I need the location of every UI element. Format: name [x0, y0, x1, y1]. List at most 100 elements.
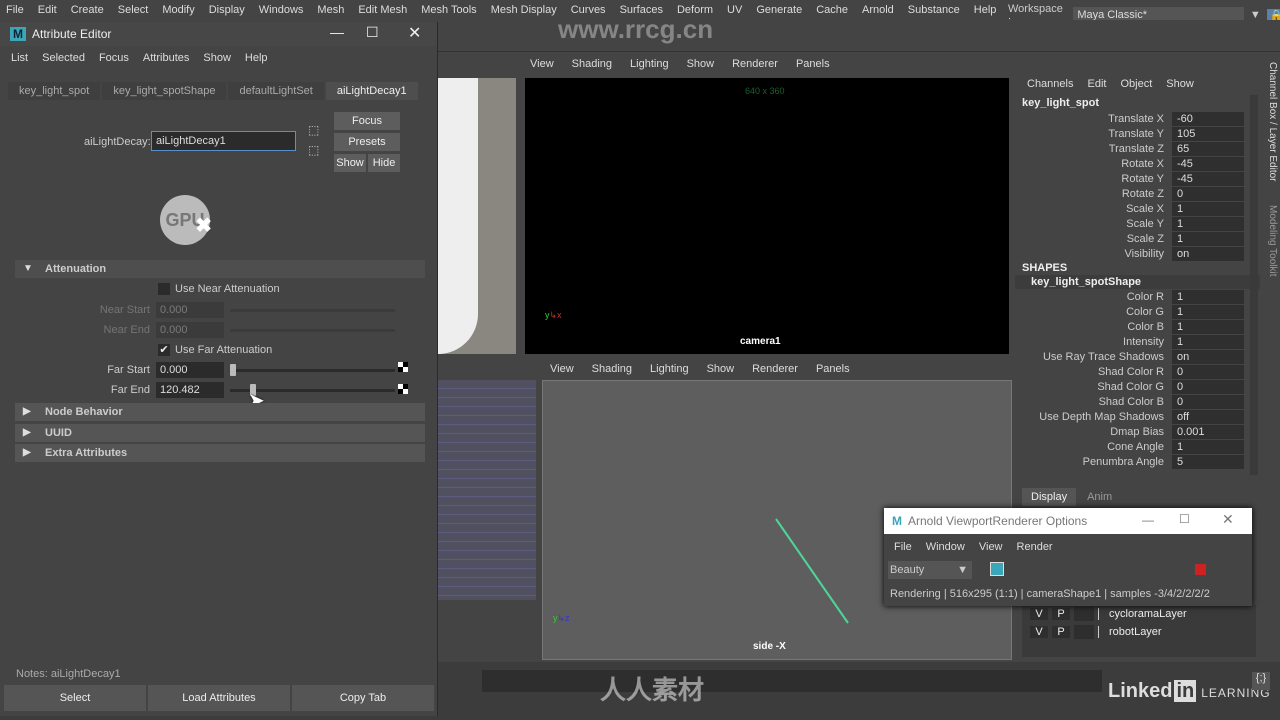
channel-name[interactable]: Translate Y — [1015, 128, 1172, 140]
near-start-field[interactable]: 0.000 — [156, 302, 224, 318]
channel-row[interactable]: Color R1 — [1015, 289, 1260, 304]
command-line[interactable] — [482, 670, 1102, 692]
tab-aiLightDecay1[interactable]: aiLightDecay1 — [325, 82, 418, 100]
menu-mesh[interactable]: Mesh — [317, 4, 344, 16]
arnold-menu-view[interactable]: View — [979, 541, 1003, 553]
visibility-toggle[interactable]: V — [1030, 608, 1048, 620]
presets-button[interactable]: Presets — [334, 133, 400, 151]
channel-value[interactable]: on — [1172, 246, 1244, 261]
show-button[interactable]: Show — [334, 154, 366, 172]
channel-value[interactable]: 1 — [1172, 439, 1244, 454]
channel-row[interactable]: Translate X -60 — [1015, 111, 1260, 126]
channel-row[interactable]: Scale X1 — [1015, 201, 1260, 216]
channel-value[interactable]: 1 — [1172, 304, 1244, 319]
channel-row[interactable]: Dmap Bias 0.001 — [1015, 424, 1260, 439]
channel-value[interactable]: 5 — [1172, 454, 1244, 469]
menu-display[interactable]: Display — [209, 4, 245, 16]
channel-value[interactable]: 1 — [1172, 334, 1244, 349]
channel-value[interactable]: 0.001 — [1172, 424, 1244, 439]
channel-row[interactable]: Shad Color B0 — [1015, 394, 1260, 409]
channel-value[interactable]: 1 — [1172, 319, 1244, 334]
focus-button[interactable]: Focus — [334, 112, 400, 130]
tab-key_light_spot[interactable]: key_light_spot — [8, 82, 101, 100]
viewport-top[interactable]: 640 x 360 camera1 y↳x — [525, 78, 1009, 354]
panel-menu-shading[interactable]: Shading — [592, 363, 632, 375]
channel-name[interactable]: Rotate Z — [1015, 188, 1172, 200]
channel-menu-object[interactable]: Object — [1120, 78, 1152, 90]
map-texture-icon[interactable] — [398, 384, 408, 394]
channel-name[interactable]: Color B — [1015, 321, 1172, 333]
layer-row[interactable]: V ProbotLayer — [1022, 623, 1256, 641]
far-start-field[interactable]: 0.000 — [156, 362, 224, 378]
panel-menu-lighting[interactable]: Lighting — [650, 363, 689, 375]
channel-value[interactable]: 1 — [1172, 216, 1244, 231]
channel-value[interactable]: 0 — [1172, 379, 1244, 394]
channel-value[interactable]: 1 — [1172, 201, 1244, 216]
stop-render-button[interactable] — [1195, 564, 1206, 575]
tab-display[interactable]: Display — [1022, 488, 1077, 506]
tab-key_light_spotShape[interactable]: key_light_spotShape — [102, 82, 227, 100]
channel-value[interactable]: 0 — [1172, 186, 1244, 201]
map-texture-icon[interactable] — [398, 362, 408, 372]
channel-name[interactable]: Use Depth Map Shadows — [1015, 411, 1172, 423]
layer-name[interactable]: cycloramaLayer — [1098, 608, 1187, 620]
channel-name[interactable]: Intensity — [1015, 336, 1172, 348]
near-start-slider[interactable] — [230, 308, 395, 312]
layer-name[interactable]: robotLayer — [1098, 626, 1162, 638]
menu-select[interactable]: Select — [118, 4, 149, 16]
channel-row[interactable]: Rotate X -45 — [1015, 156, 1260, 171]
channel-name[interactable]: Shad Color G — [1015, 381, 1172, 393]
arnold-menu-file[interactable]: File — [894, 541, 912, 553]
menu-help[interactable]: Help — [974, 4, 997, 16]
menu-file[interactable]: File — [6, 4, 24, 16]
panel-menu-shading[interactable]: Shading — [572, 58, 612, 70]
channel-row[interactable]: Scale Y1 — [1015, 216, 1260, 231]
menu-windows[interactable]: Windows — [259, 4, 304, 16]
menu-uv[interactable]: UV — [727, 4, 742, 16]
channel-name[interactable]: Color G — [1015, 306, 1172, 318]
channel-menu-channels[interactable]: Channels — [1027, 78, 1073, 90]
close-icon[interactable]: ✕ — [408, 23, 421, 43]
playback-toggle[interactable]: P — [1052, 608, 1070, 620]
channel-name[interactable]: Cone Angle — [1015, 441, 1172, 453]
channel-row[interactable]: Shad Color G0 — [1015, 379, 1260, 394]
input-connection-icon[interactable]: ⬚ — [308, 123, 319, 137]
channel-name[interactable]: Translate Z — [1015, 143, 1172, 155]
ae-menu-selected[interactable]: Selected — [42, 52, 85, 64]
far-start-slider[interactable] — [230, 363, 395, 376]
channel-row[interactable]: Penumbra Angle 5 — [1015, 454, 1260, 469]
visibility-toggle[interactable]: V — [1030, 626, 1048, 638]
node-name-field[interactable]: aiLightDecay1 — [151, 131, 296, 151]
channel-menu-show[interactable]: Show — [1166, 78, 1194, 90]
channel-row[interactable]: Rotate Z0 — [1015, 186, 1260, 201]
layer-color-swatch[interactable] — [1074, 607, 1094, 621]
panel-menu-lighting[interactable]: Lighting — [630, 58, 669, 70]
channel-row[interactable]: Use Depth Map Shadows off — [1015, 409, 1260, 424]
channel-row[interactable]: Translate Z 65 — [1015, 141, 1260, 156]
section-uuid[interactable]: ▶ UUID — [15, 423, 425, 442]
minimize-icon[interactable]: — — [330, 24, 344, 40]
channel-value[interactable]: 65 — [1172, 141, 1244, 156]
channel-value[interactable]: 105 — [1172, 126, 1244, 141]
channel-row[interactable]: Scale Z1 — [1015, 231, 1260, 246]
channel-row[interactable]: Visibility on — [1015, 246, 1260, 261]
menu-arnold[interactable]: Arnold — [862, 4, 894, 16]
menu-edit-mesh[interactable]: Edit Mesh — [358, 4, 407, 16]
near-end-slider[interactable] — [230, 328, 395, 332]
channel-value[interactable]: 0 — [1172, 394, 1244, 409]
menu-mesh-display[interactable]: Mesh Display — [491, 4, 557, 16]
panel-menu-view[interactable]: View — [530, 58, 554, 70]
channel-name[interactable]: Visibility — [1015, 248, 1172, 260]
panel-menu-show[interactable]: Show — [707, 363, 735, 375]
footer-button-load-attributes[interactable]: Load Attributes — [148, 685, 290, 711]
tab-anim[interactable]: Anim — [1078, 488, 1121, 506]
panel-menu-panels[interactable]: Panels — [796, 58, 830, 70]
channel-name[interactable]: Use Ray Trace Shadows — [1015, 351, 1172, 363]
channel-name[interactable]: Rotate X — [1015, 158, 1172, 170]
channel-value[interactable]: -60 — [1172, 111, 1244, 126]
slider-handle[interactable] — [230, 363, 236, 376]
panel-menu-renderer[interactable]: Renderer — [732, 58, 778, 70]
layer-row[interactable]: V PcycloramaLayer — [1022, 605, 1256, 623]
arnold-menu-window[interactable]: Window — [926, 541, 965, 553]
channel-name[interactable]: Penumbra Angle — [1015, 456, 1172, 468]
